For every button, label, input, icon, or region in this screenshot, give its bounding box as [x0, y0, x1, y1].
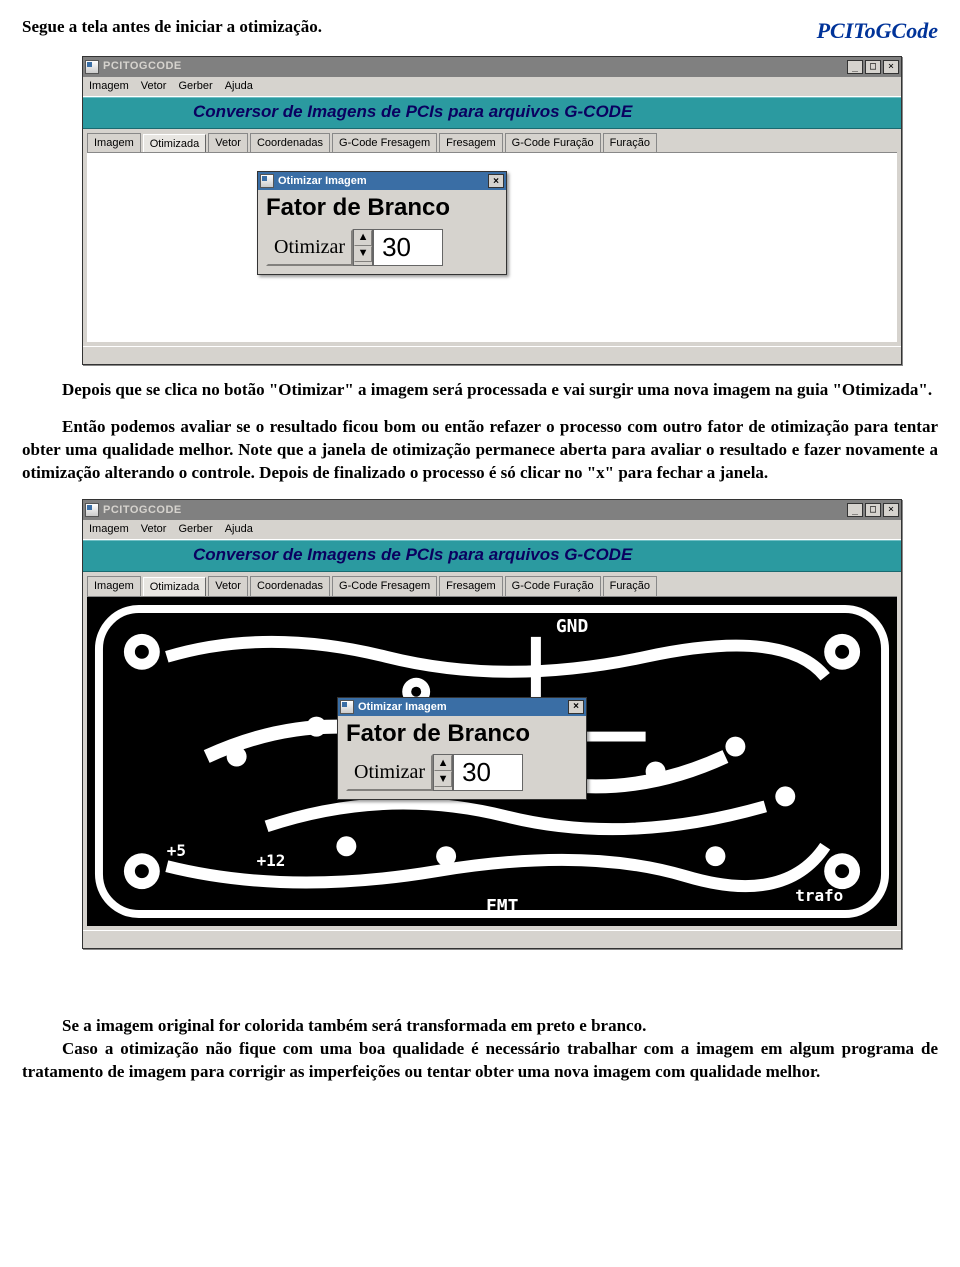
app-icon [85, 503, 99, 517]
tab-otimizada[interactable]: Otimizada [143, 134, 207, 154]
spin-down-button[interactable]: ▼ [354, 246, 372, 262]
dialog-icon [340, 700, 354, 714]
menu-item-imagem[interactable]: Imagem [89, 522, 129, 537]
pcb-label-p5: +5 [167, 841, 186, 860]
optimize-dialog: Otimizar Imagem × Fator de Branco Otimiz… [337, 697, 587, 800]
pcb-label-p12: +12 [257, 851, 286, 870]
tab-gcode-fresagem[interactable]: G-Code Fresagem [332, 576, 437, 596]
spin-up-button[interactable]: ▲ [434, 755, 452, 771]
dialog-heading: Fator de Branco [266, 192, 498, 224]
tab-coordenadas[interactable]: Coordenadas [250, 576, 330, 596]
paragraph-2: Então podemos avaliar se o resultado fic… [22, 416, 938, 485]
minimize-button[interactable]: _ [847, 503, 863, 517]
tab-coordenadas[interactable]: Coordenadas [250, 133, 330, 153]
menu-bar: Imagem Vetor Gerber Ajuda [83, 77, 901, 97]
paragraph-1: Depois que se clica no botão "Otimizar" … [22, 379, 938, 402]
close-button[interactable]: × [883, 60, 899, 74]
app-window-before: PCITOGCODE _ □ × Imagem Vetor Gerber Aju… [82, 56, 902, 366]
window-title: PCITOGCODE [103, 59, 847, 74]
optimize-button[interactable]: Otimizar [346, 754, 433, 791]
menu-item-ajuda[interactable]: Ajuda [225, 522, 253, 537]
spinner-value[interactable]: 30 [373, 229, 443, 266]
pcb-label-gnd: GND [556, 616, 588, 637]
app-window-after: PCITOGCODE _ □ × Imagem Vetor Gerber Aju… [82, 499, 902, 949]
dialog-title: Otimizar Imagem [278, 174, 488, 189]
paragraph-3: Se a imagem original for colorida também… [22, 1015, 938, 1038]
spinner-value[interactable]: 30 [453, 754, 523, 791]
tab-furacao[interactable]: Furação [603, 133, 657, 153]
menu-item-vetor[interactable]: Vetor [141, 79, 167, 94]
dialog-heading: Fator de Branco [346, 718, 578, 750]
window-title: PCITOGCODE [103, 503, 847, 518]
status-bar [83, 346, 901, 364]
spinner: ▲ ▼ [353, 229, 373, 266]
tab-furacao[interactable]: Furação [603, 576, 657, 596]
tab-vetor[interactable]: Vetor [208, 576, 248, 596]
app-name-header: PCIToGCode [817, 16, 938, 46]
paragraph-4: Caso a otimização não fique com uma boa … [22, 1038, 938, 1084]
dialog-close-button[interactable]: × [568, 700, 584, 714]
spinner: ▲ ▼ [433, 754, 453, 791]
tab-gcode-fresagem[interactable]: G-Code Fresagem [332, 133, 437, 153]
tab-gcode-furacao[interactable]: G-Code Furação [505, 576, 601, 596]
tab-fresagem[interactable]: Fresagem [439, 576, 503, 596]
banner-text: Conversor de Imagens de PCIs para arquiv… [83, 540, 901, 572]
menu-bar: Imagem Vetor Gerber Ajuda [83, 520, 901, 540]
content-area-pcb: GND +5 +12 FMT trafo Otimizar Imagem × F… [87, 596, 897, 926]
dialog-title-bar: Otimizar Imagem × [338, 698, 586, 716]
title-bar: PCITOGCODE _ □ × [83, 500, 901, 520]
menu-item-imagem[interactable]: Imagem [89, 79, 129, 94]
optimize-dialog: Otimizar Imagem × Fator de Branco Otimiz… [257, 171, 507, 274]
spin-down-button[interactable]: ▼ [434, 771, 452, 787]
status-bar [83, 930, 901, 948]
tab-vetor[interactable]: Vetor [208, 133, 248, 153]
close-button[interactable]: × [883, 503, 899, 517]
maximize-button[interactable]: □ [865, 503, 881, 517]
tab-row: Imagem Otimizada Vetor Coordenadas G-Cod… [83, 129, 901, 153]
pcb-label-fmt: FMT [486, 896, 519, 917]
app-icon [85, 60, 99, 74]
dialog-close-button[interactable]: × [488, 174, 504, 188]
spin-up-button[interactable]: ▲ [354, 230, 372, 246]
banner-text: Conversor de Imagens de PCIs para arquiv… [83, 97, 901, 129]
optimize-button[interactable]: Otimizar [266, 229, 353, 266]
menu-item-gerber[interactable]: Gerber [178, 522, 212, 537]
tab-row: Imagem Otimizada Vetor Coordenadas G-Cod… [83, 572, 901, 596]
intro-text: Segue a tela antes de iniciar a otimizaç… [22, 16, 322, 39]
title-bar: PCITOGCODE _ □ × [83, 57, 901, 77]
content-area: Otimizar Imagem × Fator de Branco Otimiz… [87, 152, 897, 342]
menu-item-vetor[interactable]: Vetor [141, 522, 167, 537]
menu-item-gerber[interactable]: Gerber [178, 79, 212, 94]
dialog-icon [260, 174, 274, 188]
minimize-button[interactable]: _ [847, 60, 863, 74]
dialog-title-bar: Otimizar Imagem × [258, 172, 506, 190]
tab-gcode-furacao[interactable]: G-Code Furação [505, 133, 601, 153]
tab-fresagem[interactable]: Fresagem [439, 133, 503, 153]
maximize-button[interactable]: □ [865, 60, 881, 74]
tab-imagem[interactable]: Imagem [87, 133, 141, 153]
tab-otimizada[interactable]: Otimizada [143, 577, 207, 597]
pcb-label-trafo: trafo [795, 886, 843, 905]
menu-item-ajuda[interactable]: Ajuda [225, 79, 253, 94]
dialog-title: Otimizar Imagem [358, 700, 568, 715]
tab-imagem[interactable]: Imagem [87, 576, 141, 596]
